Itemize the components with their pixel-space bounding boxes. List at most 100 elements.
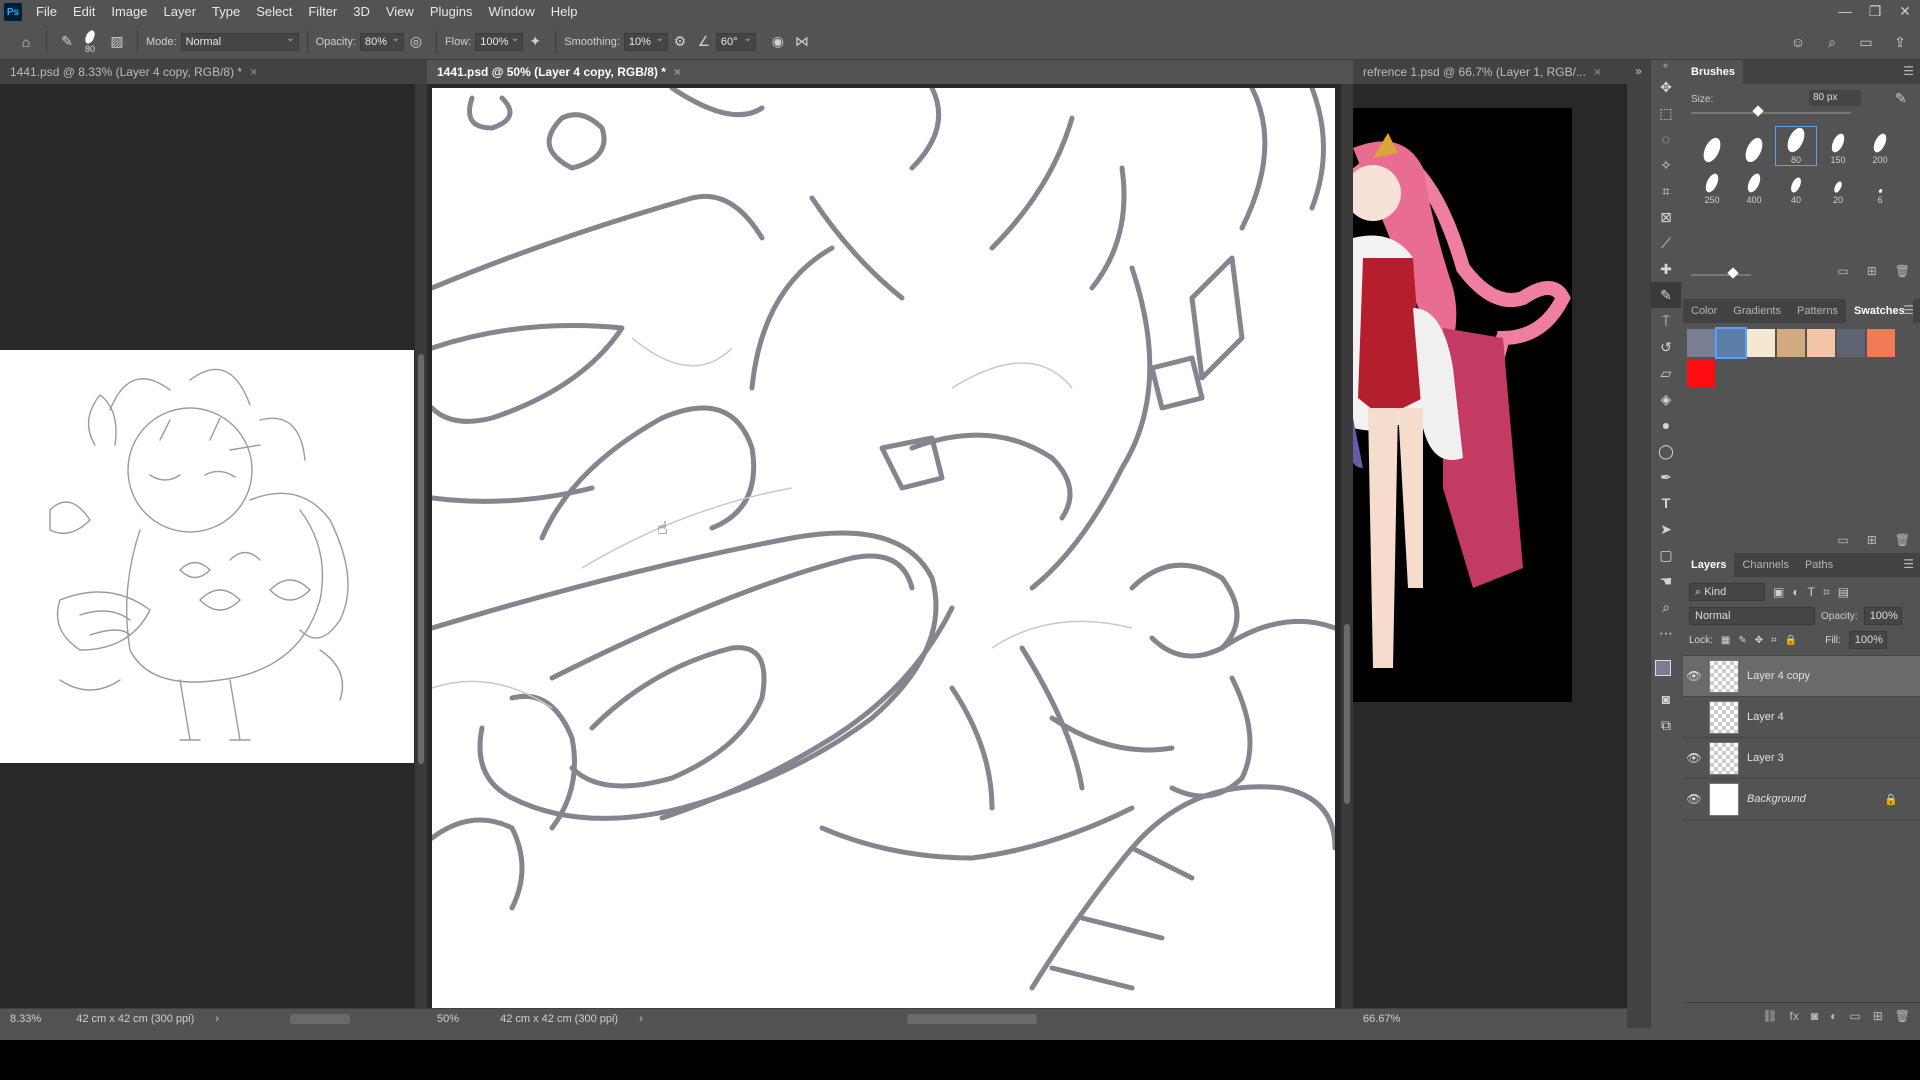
lock-pixels-icon[interactable]: ✎ bbox=[1738, 635, 1746, 646]
left-vertical-scrollbar[interactable] bbox=[415, 84, 427, 1008]
close-tab-icon[interactable]: × bbox=[250, 65, 257, 79]
marquee-tool-icon[interactable]: ⬚ bbox=[1651, 100, 1681, 126]
panel-menu-icon[interactable]: ☰ bbox=[1903, 64, 1914, 78]
menu-3d[interactable]: 3D bbox=[345, 0, 378, 24]
layer-row[interactable]: 👁 Background 🔒 bbox=[1683, 779, 1920, 820]
swatch[interactable] bbox=[1837, 329, 1865, 357]
delete-swatch-icon[interactable]: 🗑 bbox=[1895, 533, 1910, 547]
new-group-folder-icon[interactable]: ▭ bbox=[1837, 533, 1848, 547]
dodge-tool-icon[interactable]: ◯ bbox=[1651, 438, 1681, 464]
fill-input[interactable]: 100% bbox=[1848, 631, 1887, 649]
status-arrow-icon[interactable]: › bbox=[639, 1013, 643, 1025]
tab-gradients[interactable]: Gradients bbox=[1725, 299, 1789, 323]
layer-name[interactable]: Layer 4 copy bbox=[1747, 670, 1810, 682]
swatch[interactable] bbox=[1687, 359, 1715, 387]
layer-row[interactable]: 👁 Layer 3 bbox=[1683, 738, 1920, 779]
brush-settings-toggle-icon[interactable]: ▨ bbox=[105, 30, 129, 54]
layer-effects-icon[interactable]: fx bbox=[1790, 1009, 1799, 1023]
expand-panels-icon[interactable]: » bbox=[1627, 64, 1650, 78]
new-group-folder-icon[interactable]: ▭ bbox=[1837, 264, 1848, 278]
brush-preset[interactable]: 20 bbox=[1817, 166, 1859, 206]
quick-mask-icon[interactable]: ◙ bbox=[1651, 686, 1681, 712]
reference-canvas[interactable] bbox=[1353, 108, 1572, 702]
main-canvas[interactable]: ☝ bbox=[432, 88, 1335, 1023]
menu-plugins[interactable]: Plugins bbox=[422, 0, 481, 24]
brush-preset[interactable] bbox=[1691, 126, 1733, 166]
blur-tool-icon[interactable]: ● bbox=[1651, 412, 1681, 438]
symmetry-icon[interactable]: ⋈ bbox=[790, 30, 814, 54]
flow-input[interactable]: 100% bbox=[475, 31, 524, 51]
lasso-tool-icon[interactable]: ◌ bbox=[1651, 126, 1681, 152]
tab-1441-8pct[interactable]: 1441.psd @ 8.33% (Layer 4 copy, RGB/8) *… bbox=[0, 60, 427, 84]
rectangle-tool-icon[interactable]: ▢ bbox=[1651, 542, 1681, 568]
filter-smart-object-icon[interactable]: ▤ bbox=[1838, 585, 1849, 599]
preview-size-slider[interactable] bbox=[1691, 267, 1751, 279]
pressure-opacity-icon[interactable]: ◎ bbox=[404, 30, 428, 54]
menu-view[interactable]: View bbox=[378, 0, 422, 24]
document-size-readout[interactable]: 42 cm x 42 cm (300 ppi) bbox=[76, 1013, 194, 1025]
mode-dropdown[interactable]: Normal bbox=[180, 31, 299, 51]
smoothing-input[interactable]: 10% bbox=[623, 31, 668, 51]
brush-preset[interactable]: 400 bbox=[1733, 166, 1775, 206]
airbrush-icon[interactable]: ✦ bbox=[523, 30, 547, 54]
smoothing-options-gear-icon[interactable]: ⚙ bbox=[668, 30, 692, 54]
magic-wand-tool-icon[interactable]: ✧ bbox=[1651, 152, 1681, 178]
brush-preset[interactable]: 40 bbox=[1775, 166, 1817, 206]
collapse-tools-icon[interactable]: « bbox=[1651, 60, 1680, 74]
brush-size-input[interactable]: 80 px bbox=[1809, 90, 1861, 106]
opacity-input[interactable]: 80% bbox=[359, 31, 404, 51]
zoom-readout[interactable]: 50% bbox=[437, 1013, 459, 1025]
tab-1441-50pct[interactable]: 1441.psd @ 50% (Layer 4 copy, RGB/8) * × bbox=[427, 60, 1353, 84]
new-layer-icon[interactable]: ⊞ bbox=[1873, 1009, 1883, 1023]
link-layers-icon[interactable]: ⛓ bbox=[1762, 1009, 1777, 1023]
zoom-tool-icon[interactable]: ⌕ bbox=[1651, 594, 1681, 620]
close-button[interactable]: ✕ bbox=[1890, 0, 1920, 24]
brush-preset[interactable]: 200 bbox=[1859, 126, 1901, 166]
lock-position-icon[interactable]: ✥ bbox=[1755, 635, 1763, 646]
menu-select[interactable]: Select bbox=[248, 0, 300, 24]
lock-artboard-icon[interactable]: ⌗ bbox=[1771, 635, 1777, 646]
swatch[interactable] bbox=[1867, 329, 1895, 357]
menu-file[interactable]: File bbox=[28, 0, 65, 24]
menu-type[interactable]: Type bbox=[204, 0, 248, 24]
brush-size-slider[interactable] bbox=[1691, 105, 1851, 117]
menu-window[interactable]: Window bbox=[480, 0, 542, 24]
menu-filter[interactable]: Filter bbox=[300, 0, 345, 24]
layer-name[interactable]: Background bbox=[1747, 793, 1806, 805]
swatch[interactable] bbox=[1807, 329, 1835, 357]
restore-button[interactable]: ❐ bbox=[1860, 0, 1890, 24]
document-size-readout[interactable]: 42 cm x 42 cm (300 ppi) bbox=[500, 1013, 618, 1025]
tab-color[interactable]: Color bbox=[1683, 299, 1725, 323]
export-share-icon[interactable]: ⇪ bbox=[1888, 30, 1912, 54]
tab-brushes[interactable]: Brushes bbox=[1683, 60, 1744, 84]
blend-mode-dropdown[interactable]: Normal bbox=[1689, 607, 1815, 625]
filter-type-icon[interactable]: T bbox=[1808, 585, 1815, 599]
layer-row[interactable]: 👁 Layer 4 copy bbox=[1683, 656, 1920, 697]
foreground-color-icon[interactable] bbox=[1655, 660, 1671, 676]
type-tool-icon[interactable]: T bbox=[1651, 490, 1681, 516]
swatch[interactable] bbox=[1777, 329, 1805, 357]
swatch[interactable] bbox=[1687, 329, 1715, 357]
layer-opacity-input[interactable]: 100% bbox=[1863, 607, 1902, 625]
tab-patterns[interactable]: Patterns bbox=[1789, 299, 1846, 323]
delete-layer-icon[interactable]: 🗑 bbox=[1895, 1009, 1910, 1023]
brush-preset-selected[interactable]: 80 bbox=[1775, 125, 1817, 166]
workspace-icon[interactable]: ▭ bbox=[1854, 30, 1878, 54]
tab-channels[interactable]: Channels bbox=[1734, 553, 1796, 577]
brush-angle-input[interactable]: 60° bbox=[715, 31, 756, 51]
pressure-size-icon[interactable]: ◉ bbox=[766, 30, 790, 54]
center-horizontal-scroll-thumb[interactable] bbox=[907, 1014, 1037, 1024]
search-icon[interactable]: ⌕ bbox=[1820, 30, 1844, 54]
share-user-icon[interactable]: ☺ bbox=[1786, 30, 1810, 54]
panel-menu-icon[interactable]: ☰ bbox=[1903, 557, 1914, 571]
screen-mode-icon[interactable]: ⧉ bbox=[1651, 712, 1681, 738]
panel-menu-icon[interactable]: ☰ bbox=[1903, 303, 1914, 317]
brush-preset[interactable]: 150 bbox=[1817, 126, 1859, 166]
menu-edit[interactable]: Edit bbox=[65, 0, 103, 24]
menu-image[interactable]: Image bbox=[103, 0, 155, 24]
frame-tool-icon[interactable]: ⊠ bbox=[1651, 204, 1681, 230]
swatch[interactable] bbox=[1747, 329, 1775, 357]
more-tools-icon[interactable]: ⋯ bbox=[1651, 620, 1681, 646]
brush-preset[interactable]: 6 bbox=[1859, 166, 1901, 206]
brush-edit-icon[interactable]: ✎ bbox=[1895, 90, 1907, 107]
